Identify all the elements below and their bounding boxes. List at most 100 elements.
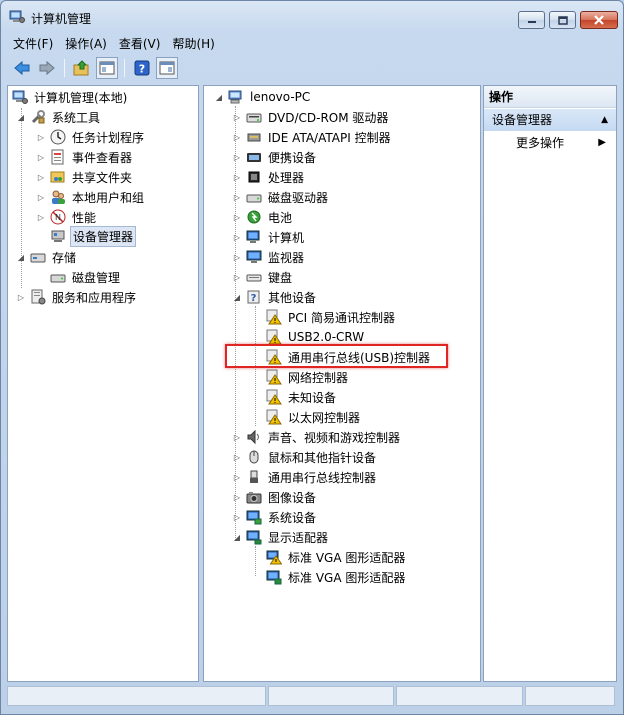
- category-item[interactable]: ▷ 便携设备: [232, 147, 318, 167]
- expand-arrow-icon[interactable]: ▷: [232, 452, 242, 462]
- up-level-button[interactable]: [71, 57, 93, 79]
- expand-arrow-icon[interactable]: ▷: [232, 232, 242, 242]
- expand-arrow-icon[interactable]: ▷: [232, 132, 242, 142]
- category-item[interactable]: ▷ 系统设备: [232, 507, 318, 527]
- disk-drive-icon: [246, 189, 262, 205]
- speaker-icon: [246, 429, 262, 445]
- category-item[interactable]: ▷ 计算机: [232, 227, 306, 247]
- tree-item-event-viewer[interactable]: ▷ 事件查看器: [36, 147, 134, 167]
- navigation-tree-pane[interactable]: 计算机管理(本地) ◢ 系统工具 ▷ 任务计划程序 ▷ 事件查看器 ▷ 共享文件…: [7, 85, 199, 682]
- menu-help[interactable]: 帮助(H): [166, 35, 220, 52]
- category-item[interactable]: ▷ 监视器: [232, 247, 306, 267]
- category-item[interactable]: ▷ 磁盘驱动器: [232, 187, 330, 207]
- expand-arrow-icon[interactable]: ▷: [232, 212, 242, 222]
- device-item[interactable]: 标准 VGA 图形适配器: [266, 547, 407, 567]
- menu-view[interactable]: 查看(V): [113, 35, 167, 52]
- device-root[interactable]: ◢ lenovo-PC: [214, 87, 312, 107]
- collapse-up-icon[interactable]: ▲: [601, 109, 608, 131]
- device-item[interactable]: 未知设备: [266, 387, 338, 407]
- device-item[interactable]: PCI 简易通讯控制器: [266, 307, 397, 327]
- expand-arrow-icon[interactable]: ▷: [36, 212, 46, 222]
- maximize-button[interactable]: [549, 11, 576, 29]
- tree-item-local-users[interactable]: ▷ 本地用户和组: [36, 187, 146, 207]
- back-button[interactable]: [11, 57, 33, 79]
- expand-arrow-icon[interactable]: ▷: [36, 172, 46, 182]
- tree-item-shared-folders[interactable]: ▷ 共享文件夹: [36, 167, 134, 187]
- category-item[interactable]: ▷ 电池: [232, 207, 294, 227]
- more-actions-label: 更多操作: [516, 136, 565, 150]
- clock-icon: [50, 129, 66, 145]
- camera-icon: [246, 489, 262, 505]
- device-tree-pane[interactable]: ◢ lenovo-PC ◢ ? 其他设备 ◢ 显示适配器 ▷ DVD/CD-ROM…: [203, 85, 481, 682]
- menu-file[interactable]: 文件(F): [7, 35, 59, 52]
- processor-icon: [246, 169, 262, 185]
- expand-arrow-icon[interactable]: ▷: [16, 292, 26, 302]
- expand-arrow-icon[interactable]: ▷: [232, 272, 242, 282]
- tree-item-device-manager[interactable]: 设备管理器: [50, 225, 137, 247]
- expand-arrow-icon[interactable]: ▷: [232, 172, 242, 182]
- device-item[interactable]: 网络控制器: [266, 367, 350, 387]
- actions-section-device-manager[interactable]: 设备管理器 ▲: [484, 109, 616, 131]
- tree-item-storage[interactable]: ◢ 存储: [16, 247, 78, 267]
- tree-root[interactable]: 计算机管理(本地): [12, 87, 129, 107]
- category-item[interactable]: ▷ IDE ATA/ATAPI 控制器: [232, 127, 393, 147]
- computer-management-window: 计算机管理 文件(F) 操作(A) 查看(V) 帮助(H) ? 计算机管理(本地…: [0, 0, 624, 715]
- collapse-arrow-icon[interactable]: ◢: [232, 532, 242, 542]
- svg-text:?: ?: [251, 293, 257, 304]
- expand-arrow-icon[interactable]: ▷: [232, 252, 242, 262]
- category-item[interactable]: ▷ 键盘: [232, 267, 294, 287]
- tree-item-label: 设备管理器: [70, 225, 137, 247]
- category-label: 便携设备: [268, 150, 317, 165]
- expand-arrow-icon[interactable]: ▷: [232, 492, 242, 502]
- tree-item-task-scheduler[interactable]: ▷ 任务计划程序: [36, 127, 146, 147]
- tree-item-system-tools[interactable]: ◢ 系统工具: [16, 107, 102, 127]
- category-other-devices[interactable]: ◢ ? 其他设备: [232, 287, 318, 307]
- category-item[interactable]: ▷ 图像设备: [232, 487, 318, 507]
- tree-item-services[interactable]: ▷ 服务和应用程序: [16, 287, 138, 307]
- help-icon: ?: [134, 60, 150, 76]
- category-item[interactable]: ▷ DVD/CD-ROM 驱动器: [232, 107, 390, 127]
- highlight-box: [225, 344, 448, 368]
- help-button[interactable]: ?: [131, 57, 153, 79]
- category-display-adapters[interactable]: ◢ 显示适配器: [232, 527, 330, 547]
- device-item[interactable]: 标准 VGA 图形适配器: [266, 567, 407, 587]
- svg-text:N: N: [55, 213, 61, 222]
- expand-arrow-icon[interactable]: ▷: [232, 472, 242, 482]
- minimize-icon: [527, 16, 537, 24]
- tree-item-performance[interactable]: ▷ N 性能: [36, 207, 98, 227]
- show-hide-tree-icon: [99, 61, 115, 75]
- expand-arrow-icon[interactable]: ▷: [232, 152, 242, 162]
- expand-arrow-icon[interactable]: ▷: [232, 192, 242, 202]
- performance-icon: N: [50, 209, 66, 225]
- action-pane-button[interactable]: [156, 57, 178, 79]
- minimize-button[interactable]: [518, 11, 545, 29]
- computer-icon: [246, 229, 262, 245]
- tree-item-label: 磁盘管理: [72, 270, 121, 285]
- category-item[interactable]: ▷ 鼠标和其他指针设备: [232, 447, 378, 467]
- category-item[interactable]: ▷ 声音、视频和游戏控制器: [232, 427, 402, 447]
- expand-arrow-icon[interactable]: ▷: [36, 132, 46, 142]
- category-item[interactable]: ▷ 处理器: [232, 167, 306, 187]
- expand-arrow-icon[interactable]: ▷: [232, 512, 242, 522]
- menu-action[interactable]: 操作(A): [59, 35, 113, 52]
- computer-management-icon: [9, 10, 25, 24]
- category-item[interactable]: ▷ 通用串行总线控制器: [232, 467, 378, 487]
- more-actions-item[interactable]: 更多操作: [516, 134, 564, 152]
- collapse-arrow-icon[interactable]: ◢: [232, 292, 242, 302]
- collapse-arrow-icon[interactable]: ◢: [16, 112, 26, 122]
- collapse-arrow-icon[interactable]: ◢: [214, 92, 224, 102]
- svg-text:?: ?: [139, 63, 145, 76]
- show-hide-tree-button[interactable]: [96, 57, 118, 79]
- actions-header: 操作: [484, 86, 616, 108]
- expand-arrow-icon[interactable]: ▷: [232, 112, 242, 122]
- expand-arrow-icon[interactable]: ▷: [36, 192, 46, 202]
- title-bar[interactable]: 计算机管理: [1, 1, 623, 31]
- expand-arrow-icon[interactable]: ▷: [36, 152, 46, 162]
- expand-arrow-icon[interactable]: ▷: [232, 432, 242, 442]
- forward-button[interactable]: [36, 57, 58, 79]
- tree-item-disk-management[interactable]: 磁盘管理: [50, 267, 122, 287]
- tree-root-label: 计算机管理(本地): [34, 90, 128, 105]
- close-button[interactable]: [580, 11, 618, 29]
- collapse-arrow-icon[interactable]: ◢: [16, 252, 26, 262]
- device-item[interactable]: 以太网控制器: [266, 407, 362, 427]
